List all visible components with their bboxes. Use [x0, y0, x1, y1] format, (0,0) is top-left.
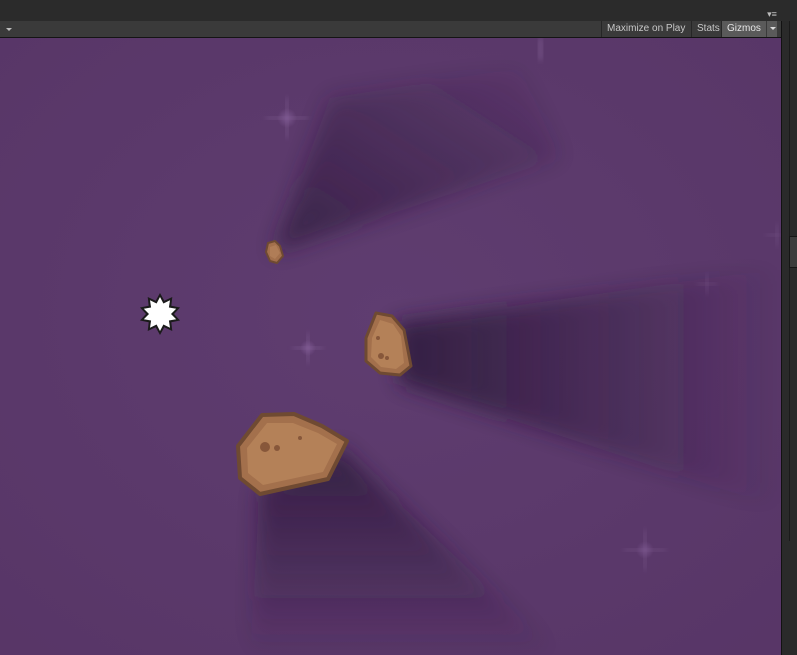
chevron-down-icon [6, 28, 12, 31]
chevron-down-icon [770, 27, 776, 30]
right-panel-edge [781, 21, 797, 655]
maximize-on-play-button[interactable]: Maximize on Play [601, 21, 691, 37]
gizmos-button[interactable]: Gizmos [721, 21, 766, 37]
stats-button[interactable]: Stats [691, 21, 721, 37]
scrollbar-thumb[interactable] [789, 236, 797, 268]
aspect-dropdown[interactable] [0, 21, 14, 37]
game-scene [0, 38, 781, 655]
gizmos-dropdown[interactable] [766, 21, 777, 37]
sparkle-star-icon [539, 38, 542, 60]
window-tab-bar: ▾≡ [0, 0, 797, 22]
game-view-toolbar: Maximize on Play Stats Gizmos [0, 21, 783, 38]
panel-menu-icon[interactable]: ▾≡ [765, 9, 779, 19]
panel-divider [789, 21, 790, 541]
game-viewport[interactable] [0, 38, 781, 655]
